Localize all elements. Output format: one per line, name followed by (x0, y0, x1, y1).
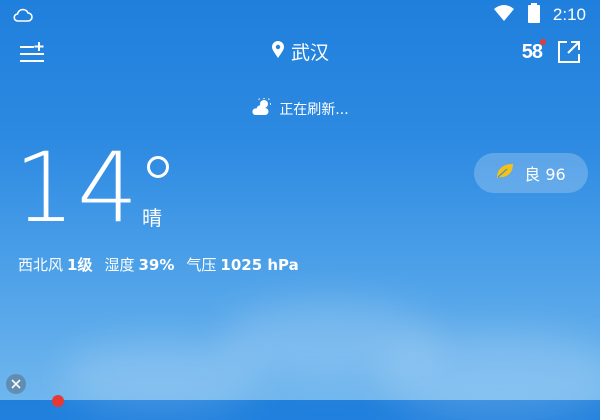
wind-info: 西北风 1级 (18, 254, 92, 275)
status-bar: 2:10 (0, 0, 600, 30)
cloud-notification-icon (12, 6, 34, 24)
cloud-decoration (380, 330, 600, 420)
wind-value: 1级 (67, 256, 93, 274)
aqi-label: 良 96 (524, 165, 566, 184)
weather-condition: 晴 (142, 206, 162, 230)
battery-icon (527, 3, 541, 27)
aqi-number-button[interactable]: 58 (521, 37, 546, 67)
humidity-label: 湿度 (104, 256, 135, 274)
notification-dot (52, 395, 64, 407)
wifi-icon (493, 4, 515, 26)
partly-sunny-icon (251, 98, 273, 120)
leaf-icon (496, 163, 514, 183)
city-name: 武汉 (290, 42, 329, 64)
pressure-value: 1025 hPa (220, 256, 299, 274)
aqi-badge[interactable]: 良 96 (474, 153, 588, 193)
degree-symbol (147, 156, 169, 178)
top-bar: 武汉 58 (0, 35, 600, 71)
pressure-info: 气压 1025 hPa (186, 254, 298, 275)
weather-details: 西北风 1级 湿度 39% 气压 1025 hPa (18, 254, 299, 275)
refresh-indicator: 正在刷新... (0, 98, 600, 120)
location-pin-icon (271, 40, 285, 63)
current-temperature: 14 (14, 132, 141, 244)
city-selector[interactable]: 武汉 (0, 38, 600, 65)
humidity-info: 湿度 39% (104, 254, 174, 275)
pressure-label: 气压 (186, 256, 217, 274)
close-icon[interactable] (6, 374, 26, 394)
status-time: 2:10 (552, 5, 586, 24)
wind-label: 西北风 (18, 256, 64, 274)
share-icon[interactable] (556, 39, 582, 65)
refresh-text: 正在刷新... (279, 102, 349, 118)
notification-dot (540, 39, 546, 45)
humidity-value: 39% (138, 256, 175, 274)
aqi-number: 58 (521, 40, 543, 63)
